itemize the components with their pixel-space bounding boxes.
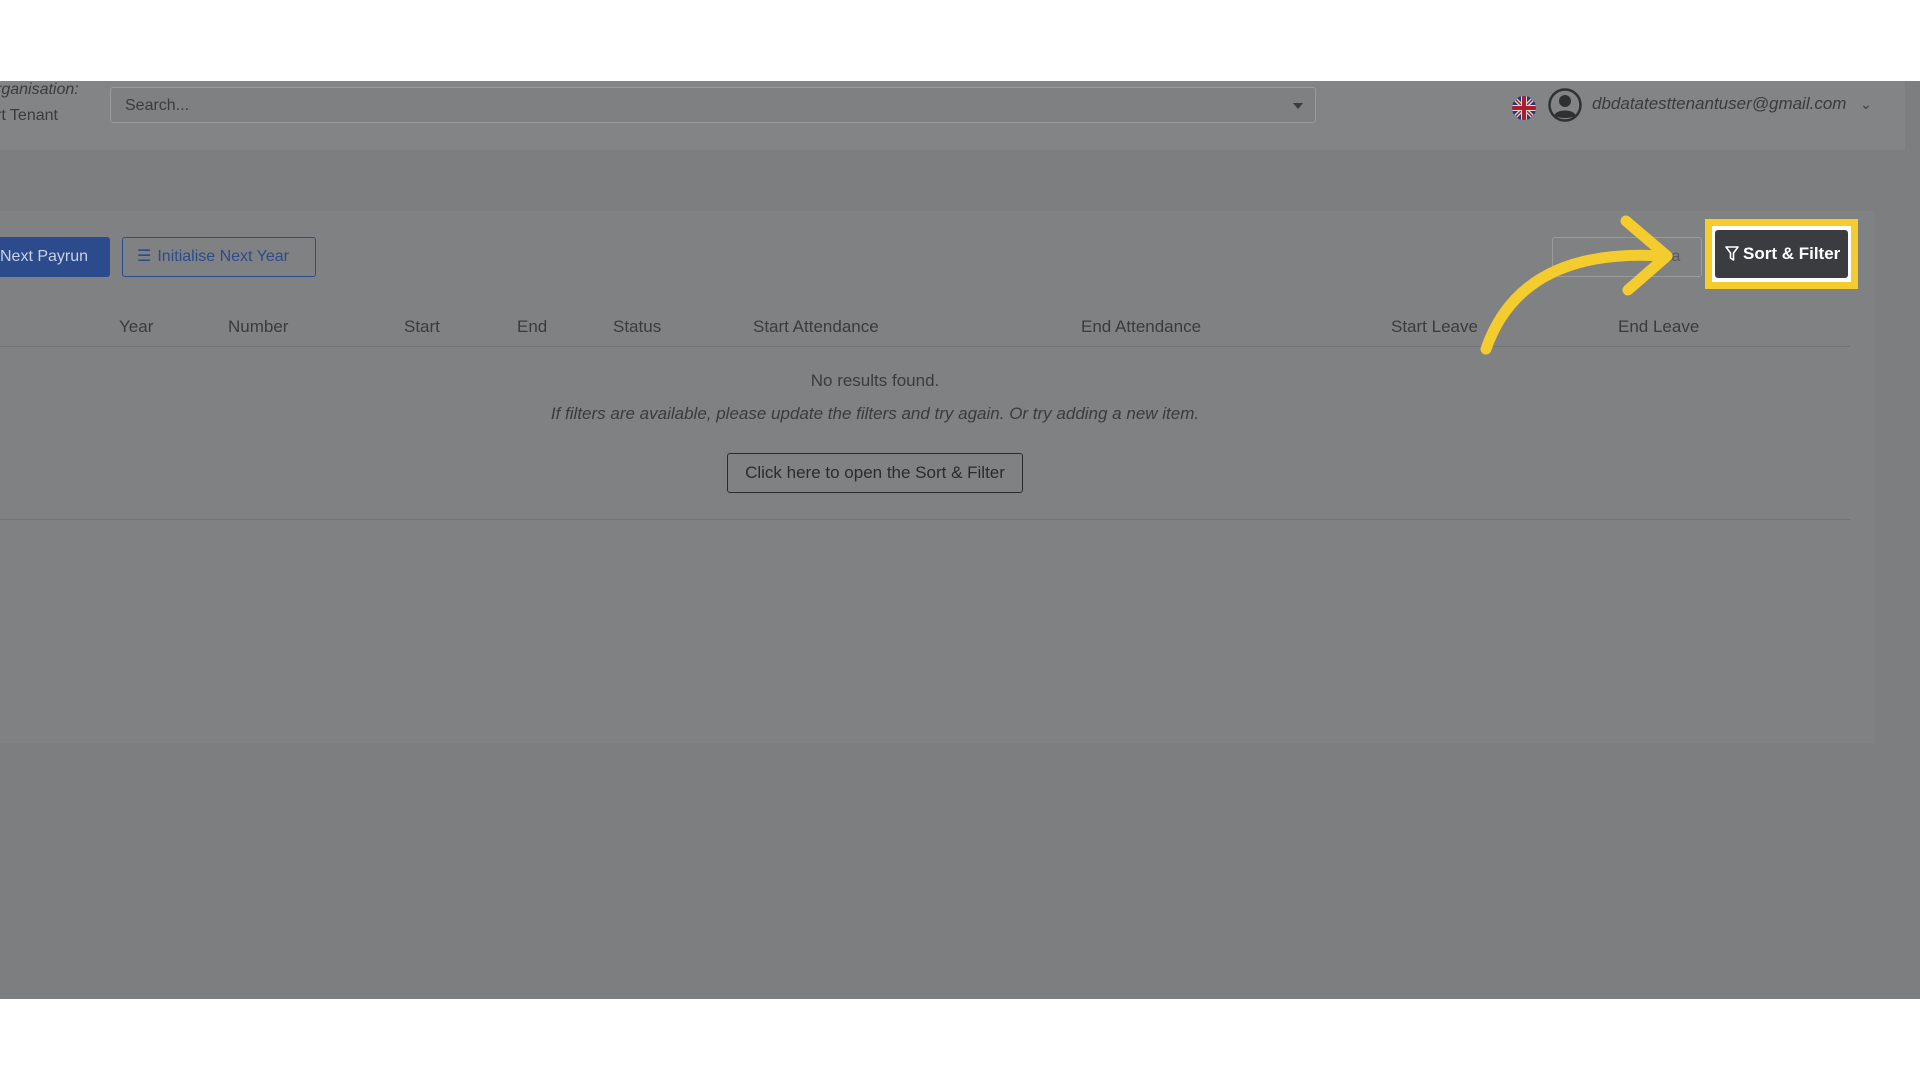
column-header-end[interactable]: End — [517, 317, 547, 337]
column-header-end-attendance[interactable]: End Attendance — [1081, 317, 1201, 337]
table-divider — [0, 519, 1850, 520]
sort-filter-button[interactable]: Sort & Filter — [1715, 230, 1848, 278]
column-header-start-attendance[interactable]: Start Attendance — [753, 317, 879, 337]
column-header-year[interactable]: Year — [119, 317, 153, 337]
curved-arrow-icon — [1480, 215, 1673, 355]
column-header-number[interactable]: Number — [228, 317, 288, 337]
column-header-status[interactable]: Status — [613, 317, 661, 337]
top-bar: rganisation: rt Tenant Search... dbdatat… — [0, 81, 1905, 150]
user-avatar-icon[interactable] — [1548, 88, 1582, 122]
initialise-next-year-button[interactable]: ☰ Initialise Next Year — [122, 237, 316, 277]
next-payrun-button[interactable]: Next Payrun — [0, 237, 110, 277]
user-email[interactable]: dbdatatesttenantuser@gmail.com — [1592, 94, 1846, 114]
chevron-down-icon[interactable] — [1293, 103, 1303, 109]
filter-icon — [1725, 246, 1739, 261]
chevron-down-icon[interactable]: ⌄ — [1860, 96, 1872, 113]
initialise-next-year-label: Initialise Next Year — [157, 248, 289, 265]
uk-flag-icon[interactable] — [1512, 96, 1536, 120]
empty-state-subtitle: If filters are available, please update … — [550, 404, 1200, 423]
organisation-search-select[interactable]: Search... — [110, 87, 1316, 123]
column-header-start-leave[interactable]: Start Leave — [1391, 317, 1478, 337]
open-sort-filter-button[interactable]: Click here to open the Sort & Filter — [727, 453, 1023, 493]
search-placeholder: Search... — [125, 97, 190, 114]
list-icon: ☰ — [137, 248, 152, 265]
column-header-start[interactable]: Start — [404, 317, 440, 337]
empty-state-title: No results found. — [810, 371, 940, 390]
organisation-label: rganisation: — [0, 81, 79, 98]
sort-filter-label: Sort & Filter — [1743, 244, 1841, 263]
organisation-name[interactable]: rt Tenant — [0, 107, 58, 125]
